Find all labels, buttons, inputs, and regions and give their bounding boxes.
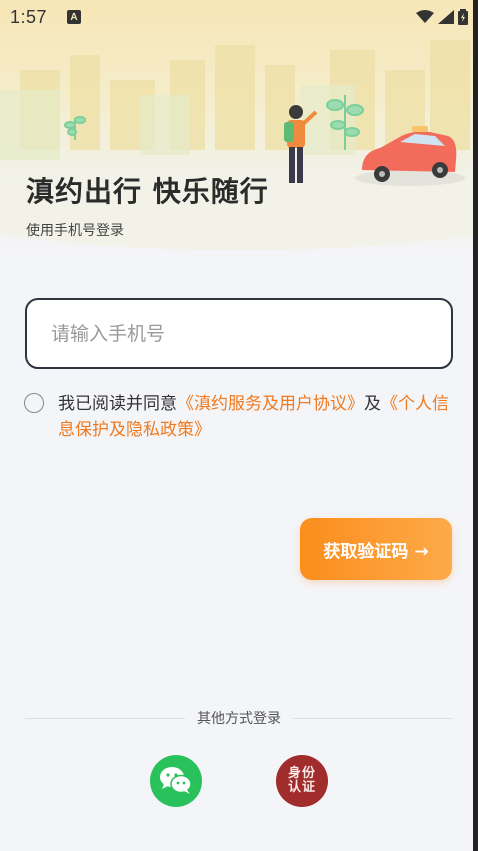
screen-edge [473, 0, 478, 851]
divider-line-right [293, 717, 453, 719]
accessibility-badge: A [67, 10, 82, 24]
id-auth-line2: 认证 [287, 780, 316, 795]
agreement-row: 我已阅读并同意《滇约服务及用户协议》及《个人信息保护及隐私政策》 [24, 391, 454, 443]
status-icons [416, 9, 468, 25]
login-screen: 1:57 A 滇约出行 快乐随行 使用手机号登录 我已阅读并同意《滇约服务及用户… [0, 0, 478, 851]
wechat-login-button[interactable] [150, 755, 202, 807]
page-title: 滇约出行 快乐随行 [26, 175, 269, 208]
wifi-icon [416, 10, 434, 23]
battery-icon [458, 9, 468, 25]
id-auth-line1: 身份 [287, 766, 316, 781]
agreement-and: 及 [364, 394, 381, 414]
phone-input-box[interactable] [25, 298, 453, 369]
status-time: 1:57 [10, 6, 48, 27]
divider-line-left [25, 717, 185, 719]
phone-input[interactable] [51, 322, 427, 345]
wechat-icon [160, 767, 192, 794]
other-login-label: 其他方式登录 [197, 711, 281, 727]
agreement-prefix: 我已阅读并同意 [58, 394, 177, 414]
get-code-button[interactable]: 获取验证码 → [300, 518, 452, 580]
service-agreement-link[interactable]: 《滇约服务及用户协议》 [177, 394, 364, 414]
page-subtitle: 使用手机号登录 [26, 223, 124, 239]
agreement-radio[interactable] [24, 393, 44, 413]
other-login-divider: 其他方式登录 [25, 708, 453, 728]
signal-icon [438, 10, 454, 24]
id-auth-login-button[interactable]: 身份 认证 [276, 755, 328, 807]
status-bar: 1:57 A [0, 0, 478, 34]
agreement-text: 我已阅读并同意《滇约服务及用户协议》及《个人信息保护及隐私政策》 [58, 391, 454, 443]
